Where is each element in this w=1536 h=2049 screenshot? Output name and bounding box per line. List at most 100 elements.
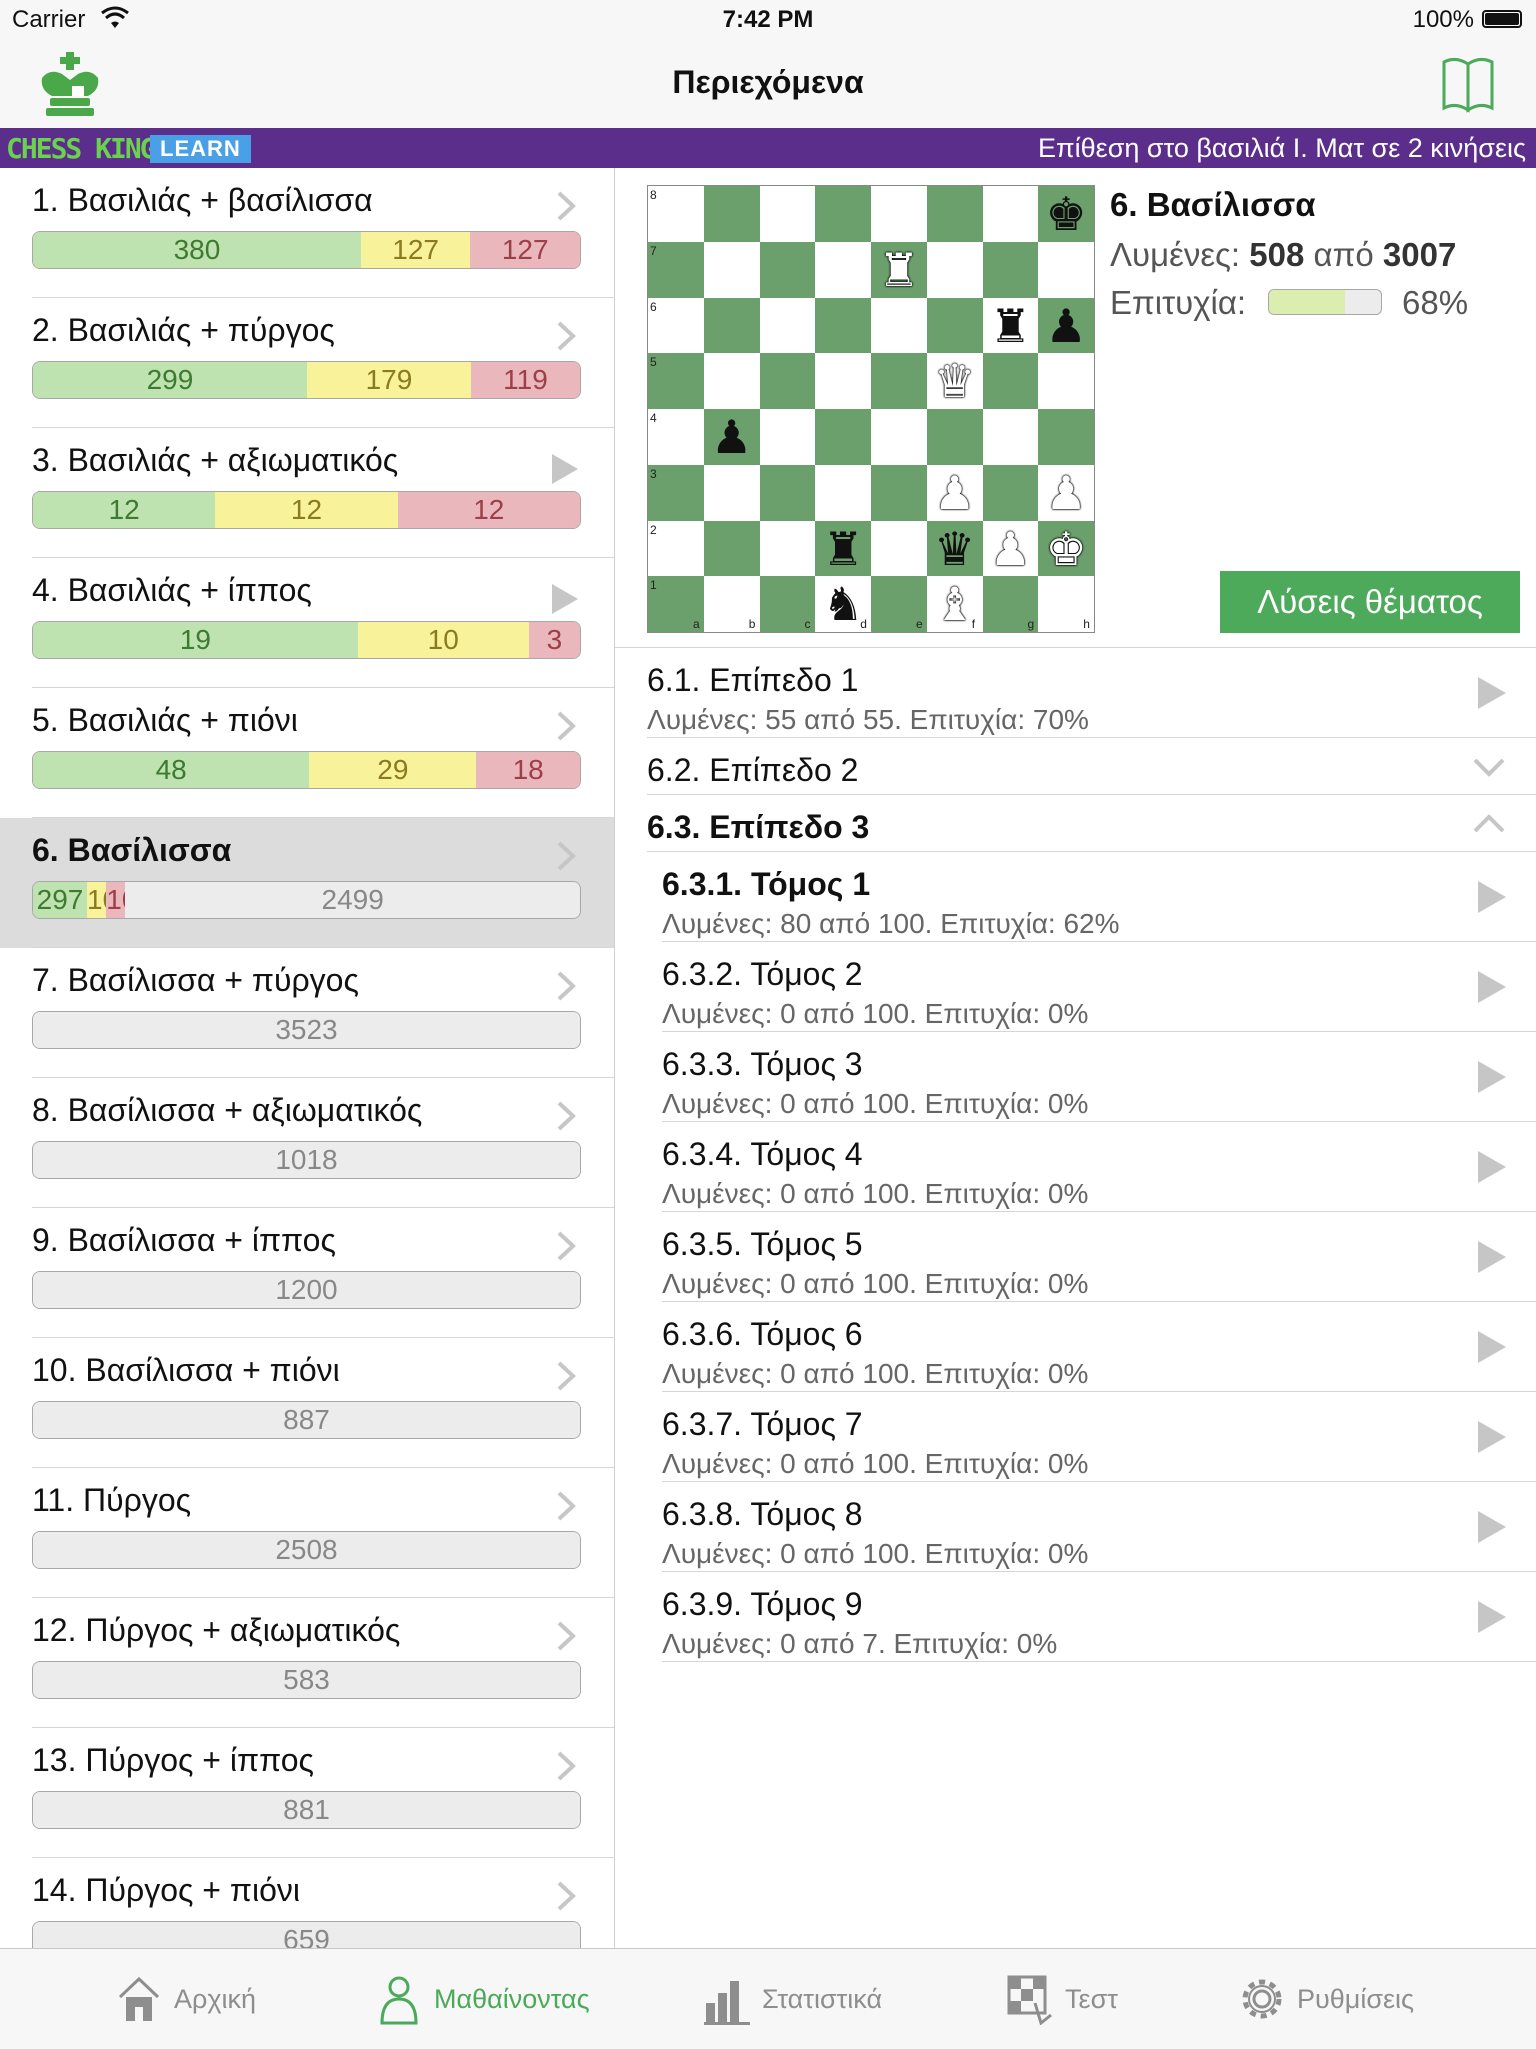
black-queen-piece[interactable]: ♛ xyxy=(927,521,983,577)
solutions-button[interactable]: Λύσεις θέματος xyxy=(1220,571,1520,633)
chess-board[interactable]: 8 7 6 5 4 3 2 1 a b c d e f g h ♚ ♜ ♜ ♟ ♛ ♟ ♟ ♟ ♜ ♛ ♟ ♚ ♞ ♝ xyxy=(647,185,1095,633)
tab-test-board[interactable]: Τεστ xyxy=(1005,1949,1118,2049)
board-square[interactable] xyxy=(703,520,760,577)
tab-bar-chart[interactable]: Στατιστικά xyxy=(702,1949,882,2049)
white-bishop-piece[interactable]: ♝ xyxy=(927,576,983,632)
board-square[interactable] xyxy=(703,241,760,298)
board-square[interactable] xyxy=(926,241,983,298)
board-square[interactable] xyxy=(926,409,983,465)
board-square[interactable] xyxy=(759,409,816,465)
level-stats: Λυμένες: 0 από 100. Επιτυχία: 0% xyxy=(662,1088,1089,1119)
play-icon xyxy=(552,584,578,614)
rank-label: 1 xyxy=(650,578,657,593)
board-square[interactable] xyxy=(982,241,1039,298)
chapter-name: 12. Πύργος + αξιωματικός xyxy=(32,1612,401,1648)
status-bar: Carrier 7:42 PM 100% xyxy=(0,0,1536,40)
level-row[interactable]: 6.1. Επίπεδο 1 Λυμένες: 55 από 55. Επιτυχ… xyxy=(615,648,1536,738)
board-square[interactable] xyxy=(759,241,816,298)
chapter-row[interactable]: 10. Βασίλισσα + πιόνι 887 xyxy=(0,1338,614,1468)
level-row[interactable]: 6.3.9. Τόμος 9 Λυμένες: 0 από 7. Επιτυχία… xyxy=(615,1572,1536,1662)
board-square[interactable] xyxy=(815,297,871,354)
level-row[interactable]: 6.2. Επίπεδο 2 xyxy=(615,738,1536,795)
black-pawn-piece[interactable]: ♟ xyxy=(704,409,760,465)
black-rook-piece[interactable]: ♜ xyxy=(983,298,1039,354)
board-square[interactable] xyxy=(703,464,760,521)
unsolved-segment: 659 xyxy=(33,1922,580,1948)
level-row[interactable]: 6.3.4. Τόμος 4 Λυμένες: 0 από 100. Επιτυχ… xyxy=(615,1122,1536,1212)
chapter-row[interactable]: 2. Βασιλιάς + πύργος 299 179 119 xyxy=(0,298,614,428)
white-pawn-piece[interactable]: ♟ xyxy=(927,465,983,521)
white-queen-piece[interactable]: ♛ xyxy=(927,353,983,409)
solved-correct-segment: 299 xyxy=(33,362,307,398)
chapter-row[interactable]: 4. Βασιλιάς + ίππος 19 10 3 xyxy=(0,558,614,688)
level-row[interactable]: 6.3.5. Τόμος 5 Λυμένες: 0 από 100. Επιτυχ… xyxy=(615,1212,1536,1302)
chapter-list[interactable]: 1. Βασιλιάς + βασίλισσα 380 127 127 2. Βασιλ… xyxy=(0,168,614,1948)
board-square[interactable] xyxy=(815,241,871,298)
board-square[interactable] xyxy=(871,520,927,577)
board-square[interactable] xyxy=(815,186,871,242)
chapter-row[interactable]: 7. Βασίλισσα + πύργος 3523 xyxy=(0,948,614,1078)
black-pawn-piece[interactable]: ♟ xyxy=(1038,298,1094,354)
chapter-row[interactable]: 13. Πύργος + ίππος 881 xyxy=(0,1728,614,1858)
level-row[interactable]: 6.3.1. Τόμος 1 Λυμένες: 80 από 100. Επιτυ… xyxy=(615,852,1536,942)
board-square[interactable] xyxy=(703,297,760,354)
chapter-row[interactable]: 14. Πύργος + πιόνι 659 xyxy=(0,1858,614,1948)
gear-icon xyxy=(1242,1979,1282,2019)
white-pawn-piece[interactable]: ♟ xyxy=(983,521,1039,577)
black-king-piece[interactable]: ♚ xyxy=(1038,186,1094,242)
level-row[interactable]: 6.3.6. Τόμος 6 Λυμένες: 0 από 100. Επιτυχ… xyxy=(615,1302,1536,1392)
board-square[interactable] xyxy=(982,409,1039,465)
white-pawn-piece[interactable]: ♟ xyxy=(1038,465,1094,521)
board-square[interactable] xyxy=(982,186,1039,242)
solved-correct-segment: 297 xyxy=(33,882,88,918)
level-stats: Λυμένες: 0 από 100. Επιτυχία: 0% xyxy=(662,1358,1089,1389)
board-square[interactable] xyxy=(759,186,816,242)
chapter-row[interactable]: 9. Βασίλισσα + ίππος 1200 xyxy=(0,1208,614,1338)
chapter-row[interactable]: 1. Βασιλιάς + βασίλισσα 380 127 127 xyxy=(0,168,614,298)
level-row[interactable]: 6.3. Επίπεδο 3 xyxy=(615,795,1536,852)
tab-gear[interactable]: Ρυθμίσεις xyxy=(1237,1949,1414,2049)
black-rook-piece[interactable]: ♜ xyxy=(815,521,871,577)
level-row[interactable]: 6.3.3. Τόμος 3 Λυμένες: 0 από 100. Επιτυχ… xyxy=(615,1032,1536,1122)
chapter-row[interactable]: 12. Πύργος + αξιωματικός 583 xyxy=(0,1598,614,1728)
board-square[interactable] xyxy=(1038,353,1094,409)
board-square[interactable] xyxy=(1038,409,1094,465)
level-row[interactable]: 6.3.2. Τόμος 2 Λυμένες: 0 από 100. Επιτυχ… xyxy=(615,942,1536,1032)
board-square[interactable] xyxy=(759,353,816,409)
black-knight-piece[interactable]: ♞ xyxy=(815,576,871,632)
chapter-row[interactable]: 3. Βασιλιάς + αξιωματικός 12 12 12 xyxy=(0,428,614,558)
board-square[interactable] xyxy=(871,297,927,354)
board-square[interactable] xyxy=(982,353,1039,409)
board-square[interactable] xyxy=(871,186,927,242)
tab-home[interactable]: Αρχική xyxy=(114,1949,256,2049)
board-square[interactable] xyxy=(815,409,871,465)
board-square[interactable] xyxy=(703,353,760,409)
board-square[interactable] xyxy=(759,464,816,521)
board-square[interactable] xyxy=(871,464,927,521)
chapter-row[interactable]: 8. Βασίλισσα + αξιωματικός 1018 xyxy=(0,1078,614,1208)
level-row[interactable]: 6.3.7. Τόμος 7 Λυμένες: 0 από 100. Επιτυχ… xyxy=(615,1392,1536,1482)
board-square[interactable] xyxy=(815,464,871,521)
white-king-piece[interactable]: ♚ xyxy=(1038,521,1094,577)
book-icon[interactable] xyxy=(1440,54,1496,114)
progress-bar: 887 xyxy=(32,1401,581,1439)
chapter-row[interactable]: 6. Βασίλισσα 2971061052499 xyxy=(0,818,614,948)
board-square[interactable] xyxy=(759,520,816,577)
board-square[interactable] xyxy=(926,186,983,242)
board-square[interactable] xyxy=(1038,241,1094,298)
board-square[interactable] xyxy=(871,353,927,409)
level-row[interactable]: 6.3.8. Τόμος 8 Λυμένες: 0 από 100. Επιτυχ… xyxy=(615,1482,1536,1572)
white-rook-piece[interactable]: ♜ xyxy=(871,242,927,298)
board-square[interactable] xyxy=(926,297,983,354)
level-list[interactable]: 6.1. Επίπεδο 1 Λυμένες: 55 από 55. Επιτυχ… xyxy=(615,647,1536,1949)
chapter-name: 9. Βασίλισσα + ίππος xyxy=(32,1222,336,1258)
tab-learner[interactable]: Μαθαίνοντας xyxy=(374,1949,590,2049)
chapter-row[interactable]: 11. Πύργος 2508 xyxy=(0,1468,614,1598)
board-square[interactable] xyxy=(871,409,927,465)
chapter-row[interactable]: 5. Βασιλιάς + πιόνι 48 29 18 xyxy=(0,688,614,818)
board-square[interactable] xyxy=(703,186,760,242)
board-square[interactable] xyxy=(815,353,871,409)
board-square[interactable] xyxy=(982,464,1039,521)
board-square[interactable] xyxy=(759,297,816,354)
play-icon xyxy=(1478,1331,1506,1363)
